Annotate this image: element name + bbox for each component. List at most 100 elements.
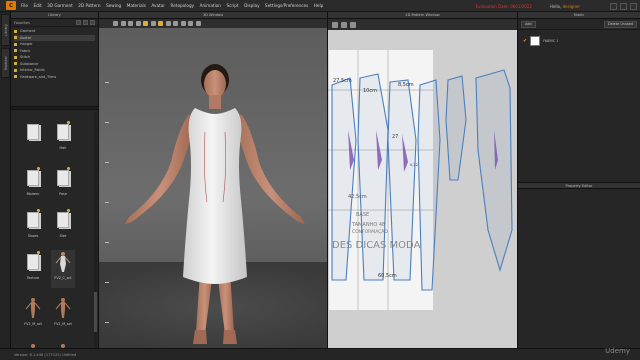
pattern-pieces[interactable]: [328, 30, 517, 348]
menu-2d-pattern[interactable]: 2D Pattern: [78, 3, 100, 8]
folder-icon: [14, 49, 17, 53]
measurement-label: 60,5cm: [378, 273, 397, 279]
folder-icon: [54, 120, 72, 144]
list-view-icon[interactable]: [83, 20, 88, 25]
grid-view-icon[interactable]: [90, 20, 95, 25]
user-name[interactable]: designer: [563, 4, 580, 9]
avatar-thumbnail-icon: [54, 250, 72, 274]
menu-script[interactable]: Script: [226, 3, 238, 8]
favorites-label: Favorites: [14, 20, 30, 25]
library-item-texture[interactable]: Texture: [21, 250, 45, 288]
favorite-label: Interior_Fabric: [20, 68, 45, 73]
menu-sewing[interactable]: Sewing: [106, 3, 121, 8]
fabric-name: FABRIC 1: [543, 39, 559, 43]
tab-modular[interactable]: Modular: [1, 48, 10, 78]
avatar-icon[interactable]: [120, 21, 126, 26]
status-bar: Version: 6.1.440 (177122) Untitled: [0, 348, 640, 360]
menu-avatar[interactable]: Avatar: [151, 3, 165, 8]
object-browser-panel: Fabric Add Delete Unused ✔ FABRIC 1 Prop…: [517, 12, 640, 348]
scrollbar-thumb[interactable]: [94, 292, 97, 332]
folder-icon: [24, 166, 42, 190]
library-item-fv2-m-b[interactable]: FV2_M_sct: [51, 296, 75, 334]
favorite-hardware-trims[interactable]: Hardware_and_Trims: [14, 74, 95, 81]
library-item-label: FV2_C_sct: [54, 276, 72, 280]
measurement-label: 10cm: [363, 88, 377, 94]
tack-icon[interactable]: [158, 21, 163, 26]
polygon-icon[interactable]: [350, 21, 356, 28]
measurement-label: 8,5cm: [398, 82, 414, 88]
3d-window[interactable]: 3D Window: [99, 12, 327, 348]
favorite-label: Avatar: [20, 35, 32, 40]
3d-window-title: 3D Window: [99, 12, 327, 19]
library-item-blank[interactable]: [21, 120, 45, 158]
pattern-canvas[interactable]: 27,5cm 10cm 8,5cm 27 0,12 42,5cm BASE TA…: [328, 30, 517, 348]
edit-point-icon[interactable]: [341, 21, 347, 28]
avatar-3d-model[interactable]: [99, 32, 327, 348]
minimize-button[interactable]: [610, 2, 617, 10]
menu-retopology[interactable]: Retopology: [171, 3, 195, 8]
fabric-swatch: [530, 36, 541, 46]
library-panel: Library Favorites Garment Avatar Hanger …: [11, 12, 99, 354]
pattern-text-base: BASE: [356, 212, 370, 218]
select-icon[interactable]: [173, 21, 178, 26]
menu-bar: C File Edit 3D Garment 2D Pattern Sewing…: [0, 0, 640, 12]
view-icon[interactable]: [188, 21, 193, 26]
menu-file[interactable]: File: [21, 3, 28, 8]
menu-settings[interactable]: Settings/Preferences: [265, 3, 308, 8]
fabric-list-item[interactable]: ✔ FABRIC 1: [518, 35, 640, 47]
3d-toolbar: [99, 19, 327, 28]
maximize-button[interactable]: [620, 2, 627, 10]
favorite-label: Garment: [20, 29, 36, 34]
library-toolbar: Favorites: [11, 19, 98, 27]
2d-pattern-window[interactable]: 2D Pattern Window 27,5cm 10cm 8,5cm 27 0…: [327, 12, 517, 348]
udemy-watermark: Udemy: [605, 347, 630, 355]
add-folder-icon[interactable]: [76, 20, 81, 25]
favorite-label: Substance: [20, 61, 39, 66]
evaluation-date-label: Evaluation Date: 0601/2022: [475, 3, 532, 9]
close-button[interactable]: [630, 2, 637, 10]
camera-icon[interactable]: [195, 21, 201, 26]
library-scrollbar[interactable]: [94, 112, 97, 348]
library-item-hair[interactable]: Hair: [51, 120, 75, 158]
favorite-label: Fabric: [20, 48, 31, 53]
delete-unused-button[interactable]: Delete Unused: [603, 21, 637, 28]
measurement-label: 27,5cm: [333, 78, 352, 84]
fold-icon[interactable]: [150, 21, 156, 26]
menu-edit[interactable]: Edit: [34, 3, 42, 8]
library-item-fv2-m-a[interactable]: FV2_M_sct: [21, 296, 45, 334]
library-item-modern[interactable]: Modern: [21, 166, 45, 204]
pattern-text-conformation: CONFORMAÇÃO: [352, 230, 388, 235]
property-editor-title: Property Editor: [518, 182, 640, 189]
folder-icon: [24, 120, 42, 144]
library-item-fv2-c[interactable]: FV2_C_sct: [51, 250, 75, 288]
measure-icon[interactable]: [135, 21, 141, 26]
brush-icon[interactable]: [165, 21, 171, 26]
texture-icon[interactable]: [180, 21, 186, 26]
user-greeting: Hello, designer: [550, 4, 580, 9]
library-item-label: FV2_M_sct: [24, 322, 42, 326]
tab-library[interactable]: Library: [1, 14, 10, 46]
pin-icon[interactable]: [128, 21, 133, 26]
menu-animation[interactable]: Animation: [200, 3, 221, 8]
greeting-prefix: Hello,: [549, 3, 562, 9]
tab-modular-label: Modular: [3, 55, 8, 71]
library-item-label: Pose: [59, 192, 67, 196]
favorite-label: Hardware_and_Trims: [20, 74, 57, 79]
simulate-icon[interactable]: [143, 21, 148, 26]
folder-icon: [54, 166, 72, 190]
menu-3d-garment[interactable]: 3D Garment: [47, 3, 73, 8]
garment-icon[interactable]: [113, 21, 118, 26]
library-item-label: Shoes: [27, 234, 39, 238]
library-item-size[interactable]: Size: [51, 208, 75, 246]
library-item-label: FV2_M_sct: [54, 322, 72, 326]
transform-icon[interactable]: [332, 21, 338, 28]
menu-materials[interactable]: Materials: [127, 3, 146, 8]
folder-icon: [14, 36, 17, 40]
library-title: Library: [11, 12, 98, 19]
library-item-pose[interactable]: Pose: [51, 166, 75, 204]
library-item-shoes[interactable]: Shoes: [21, 208, 45, 246]
library-splitter[interactable]: [11, 106, 99, 110]
menu-help[interactable]: Help: [314, 3, 324, 8]
add-fabric-button[interactable]: Add: [521, 21, 536, 28]
menu-display[interactable]: Display: [244, 3, 259, 8]
